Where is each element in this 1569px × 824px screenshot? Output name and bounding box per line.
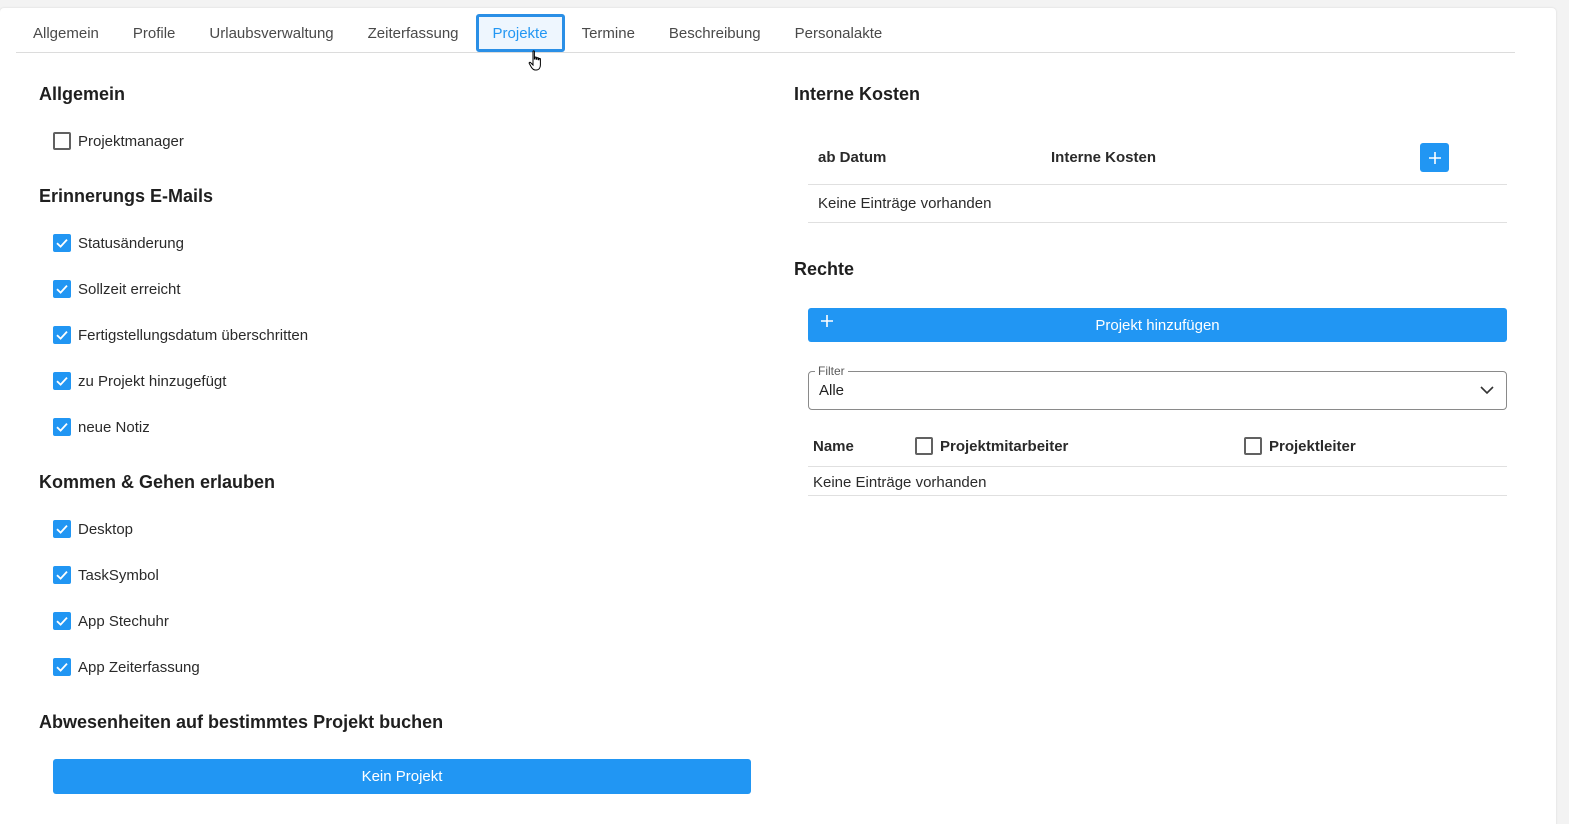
filter-select[interactable]: Filter Alle (808, 364, 1507, 410)
checkbox-box[interactable] (53, 326, 71, 344)
checkbox-tasksymbol[interactable]: TaskSymbol (53, 565, 159, 585)
tab-urlaubsverwaltung[interactable]: Urlaubsverwaltung (192, 14, 350, 52)
checkbox-box[interactable] (915, 437, 933, 455)
tab-personalakte[interactable]: Personalakte (778, 14, 900, 52)
checkbox-zu-projekt-hinzugefuegt[interactable]: zu Projekt hinzugefügt (53, 371, 226, 391)
plus-icon (821, 315, 833, 327)
section-title-erinnerungs-emails: Erinnerungs E-Mails (39, 186, 214, 206)
checkbox-box[interactable] (53, 612, 71, 630)
column-header-ab-datum: ab Datum (818, 149, 887, 166)
checkmark-icon (56, 284, 68, 294)
checkbox-box[interactable] (53, 418, 71, 436)
checkbox-box[interactable] (53, 372, 71, 390)
checkmark-icon (56, 422, 68, 432)
add-interne-kosten-button[interactable] (1420, 143, 1449, 172)
plus-icon (1428, 151, 1441, 164)
checkmark-icon (56, 570, 68, 580)
checkbox-fertigstellungsdatum[interactable]: Fertigstellungsdatum überschritten (53, 325, 308, 345)
checkbox-neue-notiz[interactable]: neue Notiz (53, 417, 150, 437)
projekt-hinzufuegen-button[interactable]: Projekt hinzufügen (808, 308, 1507, 342)
checkbox-statusaenderung[interactable]: Statusänderung (53, 233, 184, 253)
checkbox-app-zeiterfassung[interactable]: App Zeiterfassung (53, 657, 200, 677)
tab-zeiterfassung[interactable]: Zeiterfassung (351, 14, 476, 52)
checkbox-header-projektmitarbeiter[interactable]: Projektmitarbeiter (915, 436, 1068, 456)
checkbox-label: TaskSymbol (78, 566, 159, 584)
checkbox-label: App Stechuhr (78, 612, 169, 630)
filter-value: Alle (819, 382, 845, 399)
empty-state-rechte: Keine Einträge vorhanden (813, 474, 987, 491)
checkbox-box[interactable] (53, 280, 71, 298)
tab-projekte[interactable]: Projekte (475, 14, 565, 52)
checkbox-box[interactable] (53, 520, 71, 538)
checkmark-icon (56, 616, 68, 626)
checkmark-icon (56, 376, 68, 386)
checkbox-desktop[interactable]: Desktop (53, 519, 133, 539)
checkbox-label: Projektmitarbeiter (940, 437, 1069, 455)
table-divider (808, 466, 1507, 467)
checkbox-label: Statusänderung (78, 234, 184, 252)
checkbox-header-projektleiter[interactable]: Projektleiter (1244, 436, 1356, 456)
column-header-interne-kosten: Interne Kosten (1051, 149, 1157, 166)
table-divider (808, 222, 1507, 223)
tab-profile[interactable]: Profile (116, 14, 193, 52)
checkmark-icon (56, 238, 68, 248)
checkbox-label: neue Notiz (78, 418, 150, 436)
tab-termine[interactable]: Termine (565, 14, 652, 52)
settings-card (0, 8, 1556, 824)
checkbox-app-stechuhr[interactable]: App Stechuhr (53, 611, 169, 631)
checkbox-label: zu Projekt hinzugefügt (78, 372, 227, 390)
checkbox-box[interactable] (53, 132, 71, 150)
tab-allgemein[interactable]: Allgemein (16, 14, 116, 52)
checkbox-projektmanager[interactable]: Projektmanager (53, 131, 184, 151)
checkbox-box[interactable] (53, 566, 71, 584)
checkmark-icon (56, 524, 68, 534)
checkbox-label: Desktop (78, 520, 134, 538)
section-title-interne-kosten: Interne Kosten (794, 84, 921, 104)
empty-state-interne-kosten: Keine Einträge vorhanden (818, 195, 992, 212)
column-header-name: Name (813, 438, 854, 455)
checkbox-label: Projektleiter (1269, 437, 1356, 455)
table-divider (808, 184, 1507, 185)
kein-projekt-button[interactable]: Kein Projekt (53, 759, 751, 794)
chevron-down-icon (1480, 386, 1494, 395)
checkmark-icon (56, 662, 68, 672)
checkbox-box[interactable] (1244, 437, 1262, 455)
tab-beschreibung[interactable]: Beschreibung (652, 14, 778, 52)
checkbox-box[interactable] (53, 658, 71, 676)
table-divider (808, 495, 1507, 496)
section-title-rechte: Rechte (794, 259, 855, 279)
checkbox-label: Projektmanager (78, 132, 184, 150)
section-title-abwesenheiten: Abwesenheiten auf bestimmtes Projekt buc… (39, 712, 444, 732)
section-title-kommen-gehen: Kommen & Gehen erlauben (39, 472, 276, 492)
checkbox-label: App Zeiterfassung (78, 658, 200, 676)
checkbox-box[interactable] (53, 234, 71, 252)
projekt-hinzufuegen-label: Projekt hinzufügen (1095, 316, 1220, 334)
checkbox-label: Fertigstellungsdatum überschritten (78, 326, 309, 344)
checkmark-icon (56, 330, 68, 340)
tab-bar: Allgemein Profile Urlaubsverwaltung Zeit… (16, 14, 1515, 53)
filter-label: Filter (815, 364, 848, 378)
section-title-allgemein: Allgemein (39, 84, 126, 104)
checkbox-label: Sollzeit erreicht (78, 280, 181, 298)
checkbox-sollzeit-erreicht[interactable]: Sollzeit erreicht (53, 279, 181, 299)
